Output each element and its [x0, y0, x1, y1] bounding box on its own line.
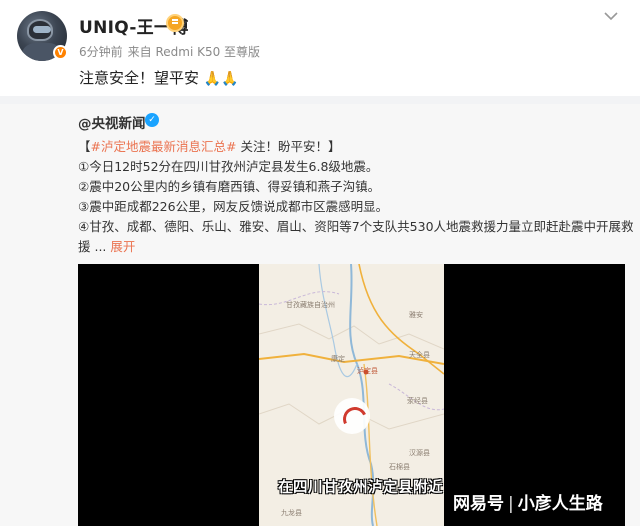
fan-medal-icon[interactable] — [166, 14, 184, 32]
map-label-luding: 泸定县 — [357, 367, 378, 375]
watermark-brand: 网易号 — [453, 494, 504, 514]
repost-line-3: ③震中距成都226公里，网友反馈说成都市区震感明显。 — [78, 199, 389, 214]
video-player[interactable]: 甘孜藏族自治州 康定 雅安 泸定县 天全县 荥经县 石棉县 汉源县 九龙县 在四… — [78, 264, 625, 526]
watermark-author: 小彦人生路 — [517, 494, 603, 514]
map-label-yingjing: 荥经县 — [407, 397, 428, 405]
map-label-kangding: 康定 — [331, 355, 345, 363]
map-label-yaan: 雅安 — [409, 311, 423, 319]
post-meta: 6分钟前 来自 Redmi K50 至尊版 — [79, 43, 265, 60]
repost-line-2: ②震中20公里内的乡镇有磨西镇、得妥镇和燕子沟镇。 — [78, 179, 381, 194]
repost-line-4: ④甘孜、成都、德阳、乐山、雅安、眉山、资阳等7个支队共530人地震救援力量立即赶… — [78, 219, 634, 234]
weibo-post: V UNIQ-王一博 6分钟前 来自 Redmi K50 至尊版 注意安全！望平安… — [0, 0, 640, 96]
repost-headline: 【#泸定地震最新消息汇总# 关注！盼平安！】 — [78, 139, 341, 154]
verified-blue-icon: ✓ — [145, 113, 159, 127]
post-text-body: 注意安全！望平安 — [79, 69, 200, 87]
post-source: 来自 Redmi K50 至尊版 — [127, 45, 261, 59]
map-label-jiulong: 九龙县 — [281, 509, 302, 517]
map-label-tianquan: 天全县 — [409, 351, 430, 359]
map-label-hanyuan: 汉源县 — [409, 449, 430, 457]
video-caption: 在四川甘孜州泸定县附近 — [278, 480, 443, 496]
expand-link[interactable]: 展开 — [110, 239, 135, 254]
play-loading-icon[interactable] — [334, 398, 370, 434]
map-label-shimian: 石棉县 — [389, 463, 410, 471]
map-label-prefecture: 甘孜藏族自治州 — [286, 301, 335, 309]
verified-badge-icon: V — [53, 45, 68, 60]
chevron-down-icon[interactable] — [601, 9, 621, 23]
watermark: 网易号 | 小彦人生路 — [453, 494, 603, 514]
repost-card[interactable]: @央视新闻 ✓ 【#泸定地震最新消息汇总# 关注！盼平安！】 ①今日12时52分… — [0, 104, 640, 526]
hashtag-link[interactable]: #泸定地震最新消息汇总# — [91, 139, 237, 154]
post-text: 注意安全！望平安 🙏🙏 — [79, 67, 239, 88]
pray-emoji: 🙏🙏 — [203, 71, 239, 87]
post-time: 6分钟前 — [79, 45, 123, 59]
repost-line-1: ①今日12时52分在四川甘孜州泸定县发生6.8级地震。 — [78, 159, 379, 174]
repost-line-5: 援 ... 展开 — [78, 239, 136, 254]
repost-source-name[interactable]: @央视新闻 — [78, 112, 146, 132]
